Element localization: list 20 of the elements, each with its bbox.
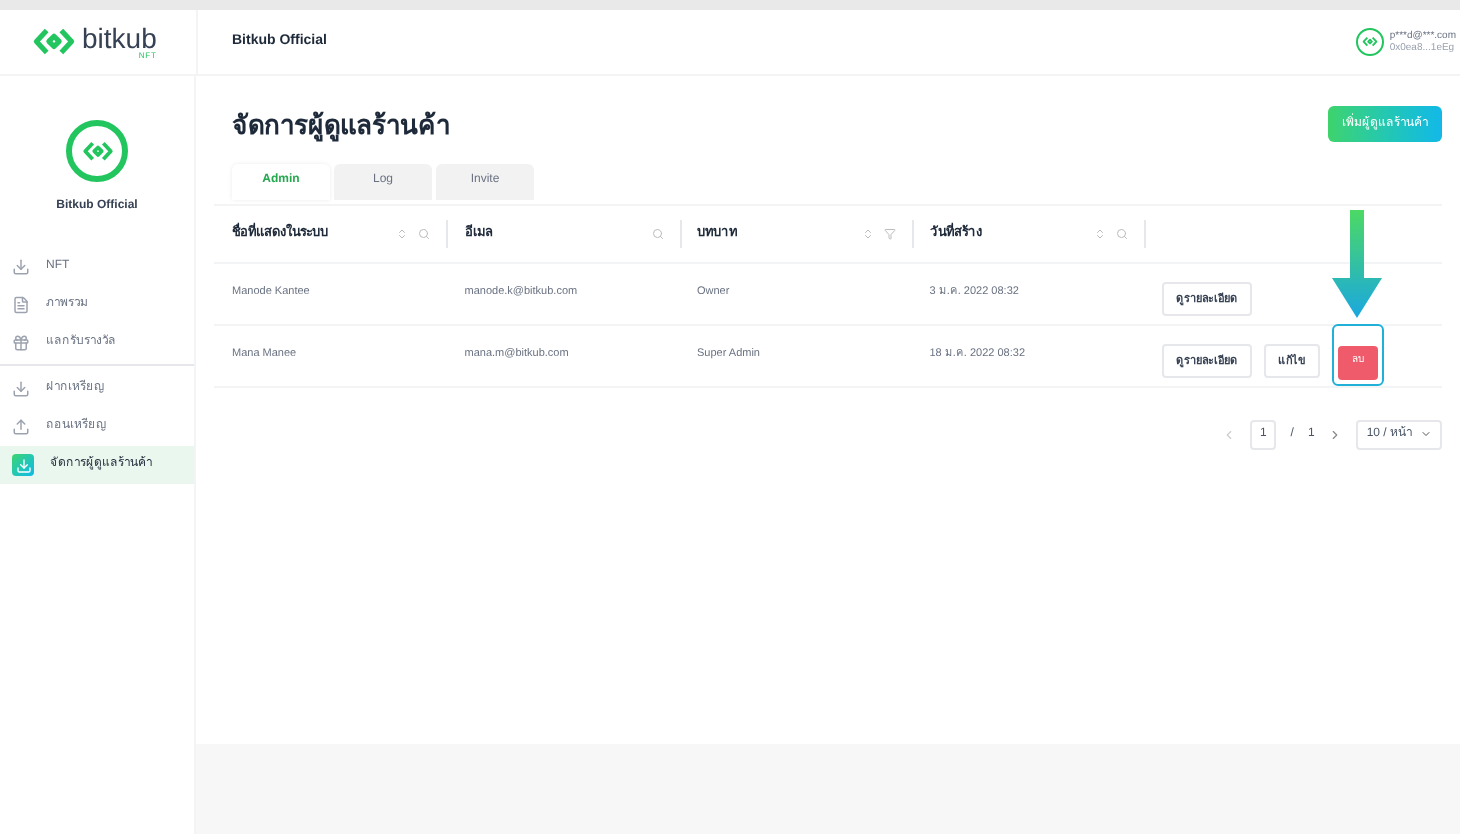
- logo-icon: [32, 26, 76, 58]
- dropdown-caret-icon: [1420, 428, 1432, 440]
- avatar-icon[interactable]: [1355, 28, 1384, 56]
- previous-page-icon[interactable]: [1221, 427, 1236, 441]
- upload-icon: [12, 418, 30, 436]
- download-icon: [12, 380, 30, 398]
- pointer-arrow-icon: [1332, 210, 1382, 319]
- search-icon[interactable]: [1116, 227, 1128, 239]
- page-title: จัดการผู้ดูแลร้านค้า: [232, 108, 450, 145]
- logo-text: bitkub: [82, 24, 157, 52]
- filter-icon[interactable]: [883, 227, 896, 239]
- document-icon: [12, 296, 30, 314]
- logo-icon: [81, 139, 113, 163]
- download-icon: [12, 454, 34, 476]
- next-page-icon[interactable]: [1328, 427, 1343, 441]
- gift-icon: [12, 334, 30, 352]
- search-icon[interactable]: [418, 227, 431, 239]
- download-icon: [12, 258, 30, 276]
- logo-icon: [1361, 36, 1378, 48]
- search-icon[interactable]: [651, 227, 663, 239]
